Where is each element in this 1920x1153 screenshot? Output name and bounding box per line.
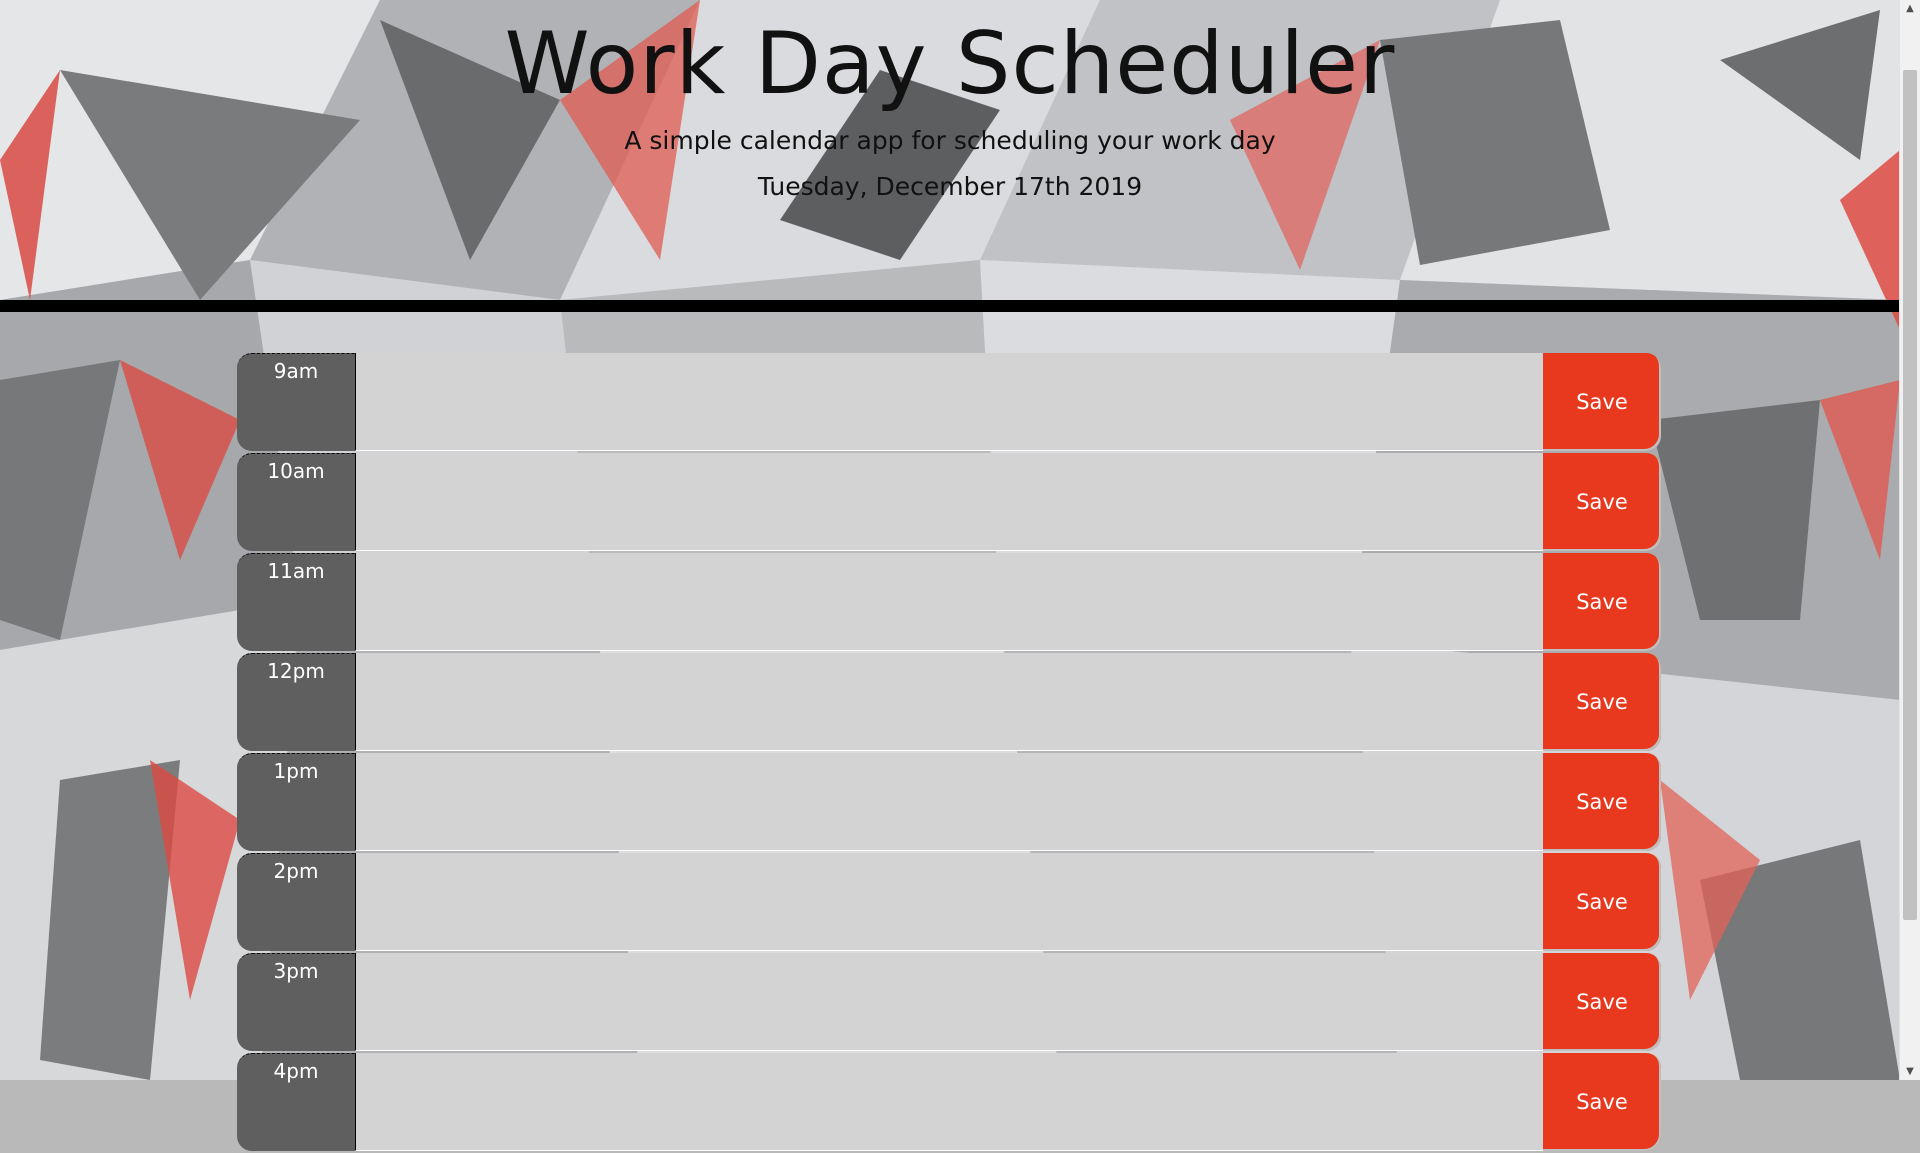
save-button[interactable]: Save — [1543, 753, 1661, 851]
event-description-input[interactable] — [355, 653, 1543, 751]
scrollbar-thumb[interactable] — [1903, 70, 1917, 920]
header-divider — [0, 300, 1900, 312]
hour-label: 11am — [237, 553, 355, 651]
time-block-row: 12pm Save — [237, 653, 1661, 751]
event-description-input[interactable] — [355, 353, 1543, 451]
hour-label: 10am — [237, 453, 355, 551]
event-description-input[interactable] — [355, 553, 1543, 651]
event-description-input[interactable] — [355, 1053, 1543, 1151]
hour-label: 2pm — [237, 853, 355, 951]
scroll-down-arrow-icon[interactable]: ▼ — [1900, 1063, 1920, 1080]
hour-label: 4pm — [237, 1053, 355, 1151]
save-button[interactable]: Save — [1543, 1053, 1661, 1151]
event-description-input[interactable] — [355, 453, 1543, 551]
hour-label: 3pm — [237, 953, 355, 1051]
save-button[interactable]: Save — [1543, 653, 1661, 751]
time-block-row: 9am Save — [237, 353, 1661, 451]
time-block-row: 11am Save — [237, 553, 1661, 651]
current-date: Tuesday, December 17th 2019 — [757, 172, 1143, 201]
event-description-input[interactable] — [355, 853, 1543, 951]
save-button[interactable]: Save — [1543, 953, 1661, 1051]
time-block-row: 3pm Save — [237, 953, 1661, 1051]
time-block-row: 10am Save — [237, 453, 1661, 551]
save-button[interactable]: Save — [1543, 353, 1661, 451]
time-block-row: 1pm Save — [237, 753, 1661, 851]
save-button[interactable]: Save — [1543, 453, 1661, 551]
scroll-up-arrow-icon[interactable]: ▲ — [1900, 0, 1920, 17]
event-description-input[interactable] — [355, 953, 1543, 1051]
vertical-scrollbar[interactable]: ▲ ▼ — [1899, 0, 1920, 1080]
save-button[interactable]: Save — [1543, 853, 1661, 951]
time-block-row: 4pm Save — [237, 1053, 1661, 1151]
hour-label: 1pm — [237, 753, 355, 851]
hour-label: 12pm — [237, 653, 355, 751]
time-block-list: 9am Save 10am Save 11am Save 12pm Save 1… — [237, 353, 1661, 1153]
page-subtitle: A simple calendar app for scheduling you… — [624, 126, 1276, 155]
page-title: Work Day Scheduler — [504, 14, 1396, 114]
hour-label: 9am — [237, 353, 355, 451]
time-block-row: 2pm Save — [237, 853, 1661, 951]
event-description-input[interactable] — [355, 753, 1543, 851]
save-button[interactable]: Save — [1543, 553, 1661, 651]
jumbotron-header: Work Day Scheduler A simple calendar app… — [0, 0, 1900, 300]
